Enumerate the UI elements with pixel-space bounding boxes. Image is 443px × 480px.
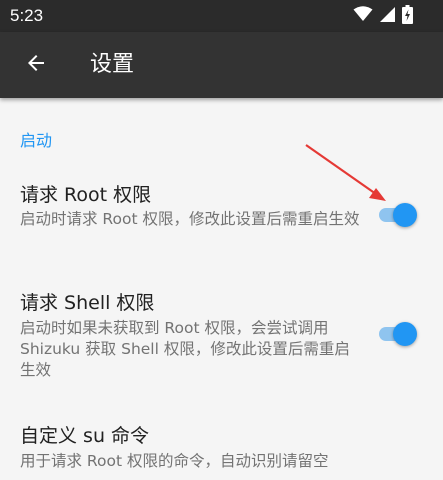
shell-permission-switch[interactable] (377, 320, 419, 348)
pref-summary: 启动时如果未获取到 Root 权限，会尝试调用 Shizuku 获取 Shell… (20, 319, 350, 379)
back-button[interactable] (14, 43, 58, 87)
switch-thumb (393, 322, 417, 346)
app-bar: 设置 (0, 32, 443, 98)
pref-title: 自定义 su 命令 (20, 425, 150, 447)
section-header-startup: 启动 (20, 131, 53, 150)
pref-title: 请求 Root 权限 (20, 184, 152, 206)
switch-thumb (393, 203, 417, 227)
status-bar: 5:23 (0, 0, 443, 32)
pref-request-shell[interactable]: 请求 Shell 权限 启动时如果未获取到 Root 权限，会尝试调用 Shiz… (0, 278, 443, 398)
wifi-icon (353, 6, 373, 26)
page-title: 设置 (90, 52, 135, 77)
root-permission-switch[interactable] (377, 201, 419, 229)
pref-custom-su[interactable]: 自定义 su 命令 用于请求 Root 权限的命令，自动识别请留空 (0, 408, 443, 480)
back-arrow-icon (24, 51, 48, 79)
status-icons (353, 4, 413, 28)
signal-icon (379, 6, 396, 27)
status-time: 5:23 (10, 6, 44, 25)
settings-list: 启动 请求 Root 权限 启动时请求 Root 权限，修改此设置后需重启生效 … (0, 98, 443, 480)
pref-summary: 启动时请求 Root 权限，修改此设置后需重启生效 (20, 210, 360, 228)
battery-icon (402, 4, 413, 28)
pref-summary: 用于请求 Root 权限的命令，自动识别请留空 (20, 452, 329, 470)
pref-title: 请求 Shell 权限 (20, 292, 155, 314)
pref-request-root[interactable]: 请求 Root 权限 启动时请求 Root 权限，修改此设置后需重启生效 (0, 168, 443, 268)
